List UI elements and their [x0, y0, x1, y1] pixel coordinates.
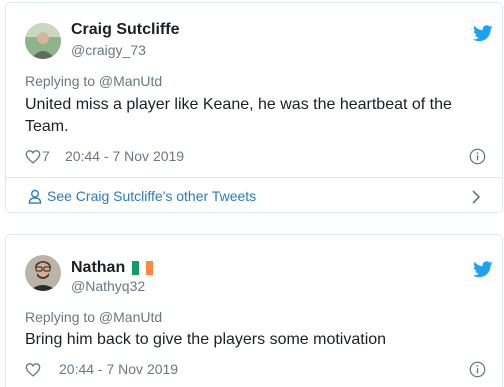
tweet-timestamp[interactable]: 20:44 - 7 Nov 2019: [59, 361, 178, 377]
author-handle[interactable]: @craigy_73: [71, 42, 146, 58]
tweet-card: Craig Sutcliffe @craigy_73 Replying to @…: [5, 2, 503, 213]
heart-icon[interactable]: [25, 362, 41, 377]
author-name[interactable]: Nathan: [71, 259, 125, 277]
twitter-bird-icon[interactable]: [473, 25, 493, 42]
like-count[interactable]: 7: [42, 148, 50, 164]
avatar[interactable]: [25, 23, 61, 59]
tweet-timestamp[interactable]: 20:44 - 7 Nov 2019: [65, 148, 184, 164]
avatar[interactable]: [25, 255, 61, 291]
info-icon[interactable]: [469, 361, 486, 378]
divider: [6, 177, 502, 178]
tweet-card: Nathan @Nathyq32 Replying to @ManUtd Bri…: [5, 234, 503, 387]
person-icon: [28, 189, 42, 204]
replying-to[interactable]: Replying to @ManUtd: [25, 73, 162, 89]
author-handle[interactable]: @Nathyq32: [71, 278, 145, 294]
tweet-text: United miss a player like Keane, he was …: [25, 96, 452, 135]
chevron-right-icon[interactable]: [472, 190, 480, 204]
see-other-tweets-link[interactable]: See Craig Sutcliffe's other Tweets: [47, 188, 256, 204]
tweet-text: Bring him back to give the players some …: [25, 331, 387, 348]
heart-icon[interactable]: [25, 149, 41, 164]
twitter-bird-icon[interactable]: [473, 261, 493, 278]
replying-to[interactable]: Replying to @ManUtd: [25, 309, 162, 325]
ireland-flag-icon: [132, 261, 153, 275]
info-icon[interactable]: [469, 148, 486, 165]
author-name[interactable]: Craig Sutcliffe: [71, 21, 179, 39]
